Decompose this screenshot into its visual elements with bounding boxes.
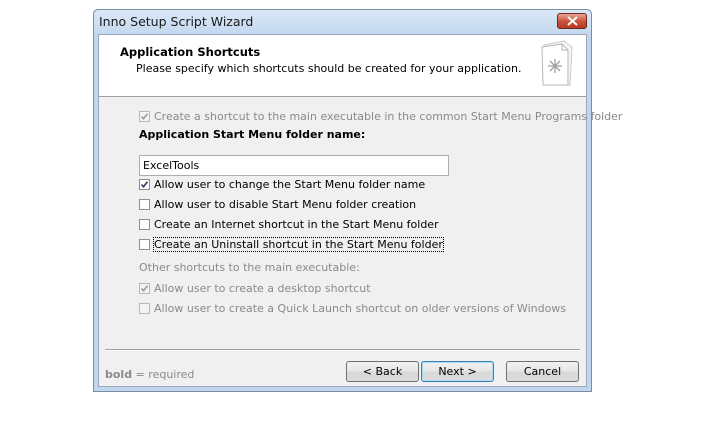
create-shortcut-label: Create a shortcut to the main executable… [154, 110, 623, 123]
uninstall-shortcut-checkbox[interactable] [139, 239, 150, 250]
create-shortcut-checkbox [139, 111, 150, 122]
window-title: Inno Setup Script Wizard [99, 14, 254, 29]
allow-disable-folder-checkbox[interactable] [139, 199, 150, 210]
other-shortcuts-label: Other shortcuts to the main executable: [139, 261, 360, 274]
option-uninstall-shortcut[interactable]: Create an Uninstall shortcut in the Star… [139, 237, 444, 252]
required-note-text: = required [132, 368, 195, 381]
allow-change-folder-label: Allow user to change the Start Menu fold… [154, 178, 426, 191]
create-shortcut-checkbox-row: Create a shortcut to the main executable… [139, 110, 622, 123]
footer-divider [105, 349, 580, 351]
quicklaunch-shortcut-label: Allow user to create a Quick Launch shor… [154, 302, 567, 315]
next-button[interactable]: Next > [421, 361, 494, 382]
folder-name-label: Application Start Menu folder name: [139, 128, 366, 141]
checkmark-icon [140, 181, 149, 189]
desktop-shortcut-label: Allow user to create a desktop shortcut [154, 282, 371, 295]
quicklaunch-shortcut-checkbox [139, 303, 150, 314]
page-title: Application Shortcuts [120, 45, 261, 59]
internet-shortcut-checkbox[interactable] [139, 219, 150, 230]
wizard-header: Application Shortcuts Please specify whi… [99, 35, 586, 97]
title-bar[interactable]: Inno Setup Script Wizard [94, 10, 591, 34]
wizard-window: Inno Setup Script Wizard Application Sho… [93, 9, 622, 392]
option-quicklaunch-shortcut: Allow user to create a Quick Launch shor… [139, 302, 566, 315]
wizard-document-icon [541, 40, 573, 86]
option-desktop-shortcut: Allow user to create a desktop shortcut [139, 282, 371, 295]
desktop-shortcut-checkbox [139, 283, 150, 294]
folder-name-input[interactable]: ExcelTools [139, 155, 449, 176]
allow-disable-folder-label: Allow user to disable Start Menu folder … [154, 198, 417, 211]
option-allow-disable-folder[interactable]: Allow user to disable Start Menu folder … [139, 198, 416, 211]
back-button[interactable]: < Back [346, 361, 419, 382]
cancel-button[interactable]: Cancel [506, 361, 579, 382]
close-icon [567, 16, 578, 26]
uninstall-shortcut-label: Create an Uninstall shortcut in the Star… [153, 237, 444, 252]
allow-change-folder-checkbox[interactable] [139, 179, 150, 190]
close-button[interactable] [557, 13, 587, 29]
page-subtitle: Please specify which shortcuts should be… [136, 62, 522, 75]
internet-shortcut-label: Create an Internet shortcut in the Start… [154, 218, 439, 231]
option-allow-change-folder[interactable]: Allow user to change the Start Menu fold… [139, 178, 425, 191]
dialog-client-area: Application Shortcuts Please specify whi… [98, 34, 622, 387]
required-note-bold: bold [105, 368, 133, 381]
option-internet-shortcut[interactable]: Create an Internet shortcut in the Start… [139, 218, 439, 231]
checkmark-icon [140, 285, 149, 293]
required-note: bold = required [105, 368, 194, 381]
checkmark-icon [140, 113, 149, 121]
